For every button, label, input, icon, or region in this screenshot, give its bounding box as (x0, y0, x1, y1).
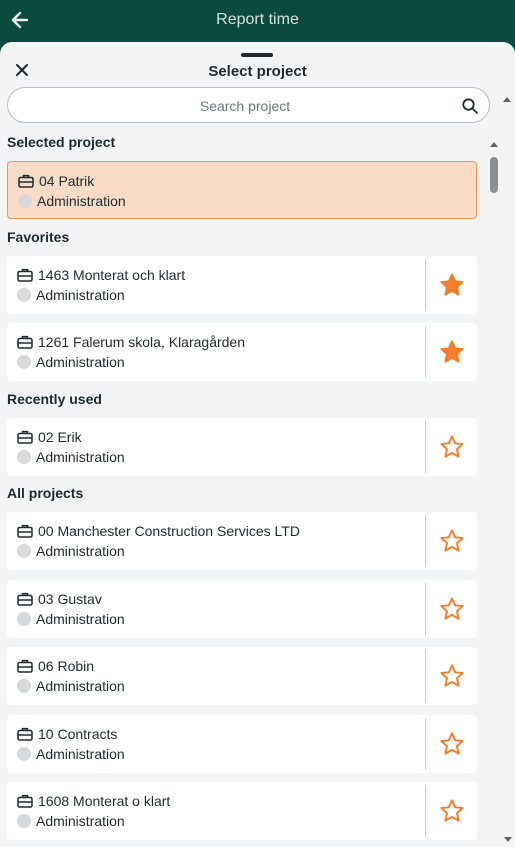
activity-dot-icon (17, 611, 31, 626)
project-activity: Administration (37, 193, 126, 209)
section-all-projects: All projects (7, 485, 84, 501)
project-name: 02 Erik (38, 429, 82, 445)
scrollbar-thumb[interactable] (490, 157, 498, 193)
project-name: 04 Patrik (39, 173, 95, 189)
project-card[interactable]: 10 Contracts Administration (7, 714, 477, 773)
project-card[interactable]: 1608 Monterat o klart Administration (7, 782, 477, 840)
briefcase-icon (17, 430, 33, 444)
section-recently-used: Recently used (7, 391, 102, 407)
card-divider (425, 326, 426, 378)
briefcase-icon (17, 592, 33, 606)
star-filled-icon[interactable] (439, 272, 465, 298)
project-activity: Administration (36, 610, 125, 627)
briefcase-icon (17, 524, 33, 538)
project-name: 06 Robin (38, 658, 95, 674)
sheet-grabber[interactable] (241, 53, 273, 57)
app-header: Report time (0, 0, 515, 42)
project-activity: Administration (36, 678, 125, 694)
star-outline-icon[interactable] (439, 596, 465, 622)
card-divider (425, 421, 426, 473)
project-card[interactable]: 00 Manchester Construction Services LTD A… (7, 512, 477, 570)
briefcase-icon (17, 794, 33, 808)
search-icon[interactable] (461, 97, 479, 115)
project-activity: Administration (36, 543, 125, 559)
star-outline-icon[interactable] (439, 528, 465, 554)
project-card[interactable]: 03 Gustav Administration (7, 579, 477, 638)
card-divider (425, 650, 426, 702)
search-input[interactable] (28, 88, 462, 124)
project-card[interactable]: 06 Robin Administration (7, 647, 477, 705)
briefcase-icon (17, 268, 33, 282)
sheet-title: Select project (208, 63, 307, 80)
project-name: 10 Contracts (38, 725, 118, 742)
page-title: Report time (216, 11, 299, 28)
briefcase-icon (17, 727, 33, 741)
star-outline-icon[interactable] (439, 798, 465, 824)
star-outline-icon[interactable] (439, 434, 465, 460)
section-selected-project: Selected project (7, 134, 116, 150)
project-activity: Administration (36, 287, 125, 303)
selected-project-card[interactable]: 04 Patrik Administration (7, 161, 477, 219)
activity-dot-icon (17, 450, 31, 464)
card-divider (425, 582, 426, 635)
project-activity: Administration (36, 354, 125, 370)
search-box (7, 87, 490, 124)
activity-dot-icon (17, 544, 31, 558)
activity-dot-icon (17, 746, 31, 761)
project-name: 03 Gustav (38, 590, 102, 607)
project-card[interactable]: 02 Erik Administration (7, 418, 477, 476)
project-name: 1608 Monterat o klart (38, 793, 171, 809)
project-name: 1261 Falerum skola, Klaragården (38, 334, 246, 350)
activity-dot-icon (18, 194, 32, 208)
project-name: 00 Manchester Construction Services LTD (38, 523, 300, 539)
star-outline-icon[interactable] (439, 663, 465, 689)
briefcase-icon (17, 659, 33, 673)
scroll-down-arrow-icon[interactable] (503, 836, 513, 844)
card-divider (425, 785, 426, 837)
project-card[interactable]: 1261 Falerum skola, Klaragården Administr… (7, 323, 477, 381)
activity-dot-icon (17, 355, 31, 369)
project-name: 1463 Monterat och klart (38, 267, 186, 283)
briefcase-icon (17, 335, 33, 349)
section-favorites: Favorites (7, 229, 70, 245)
project-card[interactable]: 1463 Monterat och klart Administration (7, 256, 477, 314)
list-scrollbar[interactable] (488, 135, 500, 847)
project-list: Selected project 04 Patrik Administratio… (0, 134, 487, 847)
briefcase-icon (18, 174, 34, 188)
project-activity: Administration (36, 813, 125, 829)
activity-dot-icon (17, 288, 31, 302)
card-divider (425, 515, 426, 567)
scroll-up-arrow-icon[interactable] (489, 140, 499, 148)
card-divider (425, 259, 426, 311)
select-project-sheet: Select project Selected project 04 Patri… (0, 42, 515, 847)
project-activity: Administration (36, 449, 125, 465)
star-outline-icon[interactable] (439, 731, 465, 757)
star-filled-icon[interactable] (439, 339, 465, 365)
activity-dot-icon (17, 814, 31, 828)
scroll-up-arrow-icon[interactable] (502, 94, 512, 104)
activity-dot-icon (17, 679, 31, 693)
project-activity: Administration (36, 745, 125, 762)
card-divider (425, 717, 426, 770)
